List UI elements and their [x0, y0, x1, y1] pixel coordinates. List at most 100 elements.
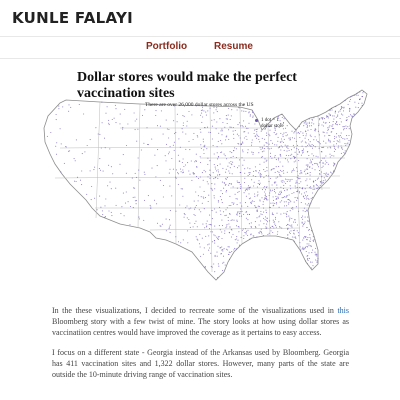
- store-dot: [214, 166, 216, 168]
- store-dot: [215, 211, 217, 213]
- store-dot: [266, 166, 268, 168]
- store-dot: [296, 176, 298, 179]
- store-dot: [275, 201, 278, 204]
- store-dot: [265, 142, 267, 144]
- store-dot: [101, 122, 103, 124]
- store-dot: [200, 255, 202, 257]
- store-dot: [89, 139, 91, 141]
- store-dot: [246, 211, 248, 213]
- store-dot: [189, 226, 191, 228]
- store-dot: [334, 163, 336, 165]
- store-dot: [218, 265, 220, 267]
- store-dot: [208, 235, 210, 237]
- store-dot: [288, 203, 290, 205]
- store-dot: [297, 149, 300, 151]
- store-dot: [294, 156, 296, 158]
- store-dot: [277, 170, 279, 172]
- store-dot: [203, 169, 205, 171]
- store-dot: [243, 235, 245, 237]
- store-dot: [256, 135, 258, 137]
- store-dot: [169, 168, 171, 170]
- store-dot: [182, 169, 184, 171]
- store-dot: [208, 223, 210, 226]
- store-dot: [256, 137, 258, 139]
- this-link[interactable]: this: [337, 306, 349, 315]
- store-dot: [277, 176, 279, 178]
- store-dot: [305, 198, 307, 200]
- article-body: In the these visualizations, I decided t…: [52, 305, 349, 388]
- store-dot: [226, 248, 228, 250]
- store-dot: [65, 146, 67, 148]
- store-dot: [182, 195, 184, 197]
- store-dot: [217, 177, 219, 179]
- store-dot: [308, 122, 310, 125]
- store-dot: [322, 162, 324, 164]
- store-dot: [195, 160, 197, 162]
- store-dot: [303, 249, 305, 251]
- store-dot: [239, 215, 241, 217]
- store-dot: [177, 241, 180, 243]
- store-dot: [289, 218, 291, 220]
- nav-link-portfolio[interactable]: Portfolio: [146, 41, 187, 52]
- store-dot: [280, 192, 283, 194]
- store-dot: [335, 123, 337, 126]
- store-dot: [188, 110, 190, 113]
- store-dot: [286, 145, 288, 147]
- store-dot: [333, 128, 335, 130]
- store-dot: [337, 115, 339, 117]
- nav-link-resume[interactable]: Resume: [214, 41, 253, 52]
- store-dot: [303, 223, 305, 225]
- store-dot: [120, 213, 122, 215]
- store-dot: [289, 224, 291, 226]
- store-dot: [195, 176, 198, 178]
- store-dot: [179, 204, 181, 206]
- store-dot: [265, 226, 267, 228]
- store-dot: [228, 129, 230, 131]
- store-dot: [289, 137, 291, 139]
- store-dot: [213, 163, 215, 166]
- store-dot: [333, 144, 335, 146]
- store-dot: [245, 217, 247, 219]
- store-dot: [313, 155, 315, 157]
- store-dot: [317, 258, 319, 260]
- store-dot: [263, 177, 265, 179]
- store-dot: [206, 220, 208, 222]
- store-dot: [274, 144, 276, 146]
- store-dot: [293, 233, 295, 235]
- store-dot: [272, 219, 274, 221]
- store-dot: [226, 158, 228, 160]
- store-dot: [248, 213, 251, 215]
- store-dot: [280, 132, 282, 134]
- store-dot: [277, 197, 279, 199]
- site-title[interactable]: KUNLE FALAYI: [12, 9, 133, 27]
- store-dot: [216, 251, 218, 253]
- store-dot: [165, 218, 167, 220]
- store-dot: [315, 247, 317, 249]
- store-dot: [247, 152, 249, 154]
- store-dot: [183, 213, 185, 215]
- store-dot: [258, 232, 260, 234]
- store-dot: [322, 125, 325, 127]
- store-dot: [272, 202, 274, 204]
- store-dot: [253, 170, 255, 172]
- store-dot: [214, 188, 216, 190]
- store-dot: [104, 216, 106, 218]
- store-dot: [219, 210, 221, 212]
- store-dot: [213, 263, 215, 265]
- store-dot: [272, 196, 274, 198]
- store-dot: [70, 106, 72, 108]
- store-dot: [301, 140, 303, 142]
- store-dot: [263, 223, 265, 225]
- store-dot: [271, 184, 273, 186]
- store-dot: [161, 223, 163, 225]
- store-dot: [292, 230, 294, 232]
- store-dot: [84, 151, 86, 153]
- store-dot: [181, 188, 184, 190]
- store-dot: [276, 187, 278, 189]
- store-dot: [315, 259, 317, 261]
- store-dot: [166, 128, 168, 130]
- store-dot: [291, 226, 293, 228]
- store-dot: [223, 248, 225, 250]
- store-dot: [201, 202, 203, 204]
- store-dot: [286, 150, 288, 152]
